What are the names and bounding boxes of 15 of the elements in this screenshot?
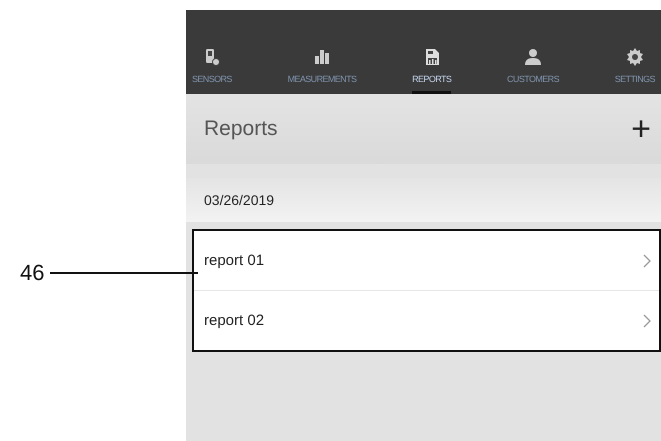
nav-tab[interactable]: SETTINGS [614,10,655,94]
nav-tab[interactable]: SENSORS [192,10,232,94]
chevron-icon [643,314,651,328]
date-header: 03/26/2019 [186,178,661,222]
page-title: Reports [204,117,278,141]
report-row[interactable]: report 01 [194,231,659,290]
person-icon [524,48,542,66]
callout-number: 46 [20,260,44,286]
settings-icon [626,48,644,66]
bar-chart-icon [312,48,331,66]
chevron-icon [643,254,651,268]
nav-tab[interactable]: MEASUREMENTS [288,10,356,94]
add-button[interactable]: + [631,112,651,146]
report-row[interactable]: report 02 [194,290,659,350]
nav-tab[interactable]: CUSTOMERS [507,10,559,94]
